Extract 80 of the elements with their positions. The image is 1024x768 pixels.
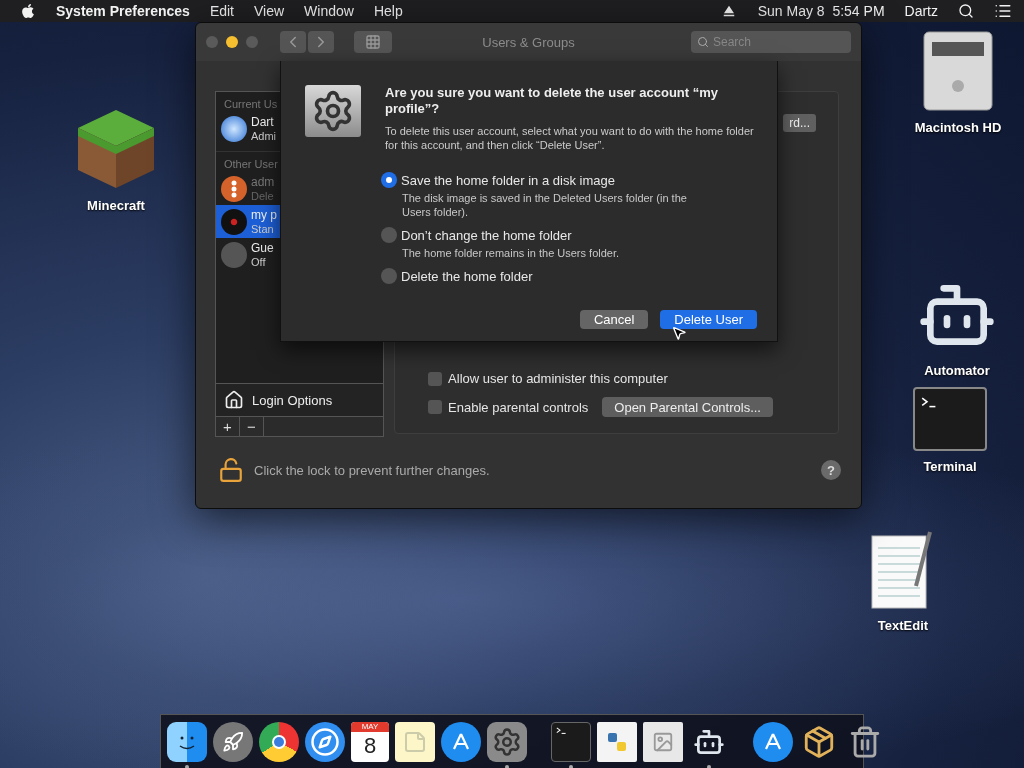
back-button[interactable] <box>280 31 306 53</box>
checkbox-label: Enable parental controls <box>448 399 589 415</box>
forward-button[interactable] <box>308 31 334 53</box>
user-name: my p <box>251 207 277 222</box>
gear-icon[interactable] <box>487 721 527 762</box>
option-label: Don’t change the home folder <box>401 227 572 243</box>
list-icon[interactable] <box>994 2 1012 20</box>
dialog-title: Are you sure you want to delete the user account “my profile”? <box>385 85 720 117</box>
option-description: The disk image is saved in the Deleted Users folder (in the Users folder). <box>401 191 688 219</box>
desktop-icon-label[interactable]: Macintosh HD <box>914 120 1002 135</box>
checkbox[interactable] <box>428 371 443 386</box>
window-title: Users & Groups <box>482 34 575 50</box>
desktop-icon-label[interactable]: Minecraft <box>87 198 145 213</box>
app-store-icon[interactable] <box>441 721 481 762</box>
menu-item[interactable]: Window <box>304 3 354 19</box>
search-icon[interactable] <box>958 3 974 19</box>
notes-icon[interactable] <box>395 721 435 762</box>
menu-item[interactable]: Edit <box>209 3 234 19</box>
document-pen-icon[interactable] <box>643 721 683 762</box>
calendar-day: 8 <box>363 731 377 760</box>
user-name: adm <box>251 174 275 189</box>
partial-button[interactable]: rd... <box>783 114 816 132</box>
user-name[interactable]: Dartz <box>904 3 938 19</box>
remove-button[interactable]: − <box>240 417 264 436</box>
clock[interactable]: Sun May 8 5:54 PM <box>757 3 885 19</box>
user-name: Gue <box>251 240 274 255</box>
user-role: Off <box>251 254 267 269</box>
option-label: Save the home folder in a disk image <box>401 172 615 188</box>
browser-icon[interactable] <box>259 721 299 762</box>
section-header: Current Us <box>223 97 279 112</box>
avatar-icon <box>221 175 247 202</box>
radio-button[interactable] <box>381 227 397 243</box>
option-label: Delete the home folder <box>401 268 533 284</box>
avatar-icon <box>221 115 247 142</box>
show-all-button[interactable] <box>354 31 392 53</box>
radio-button[interactable] <box>381 172 397 188</box>
padlock-icon[interactable] <box>218 457 244 483</box>
checkbox-label: Allow user to administer this computer <box>448 371 668 386</box>
desktop-icon-label[interactable]: Terminal <box>923 459 977 474</box>
user-role: Dele <box>251 188 275 203</box>
calendar-month: MAY <box>351 721 389 732</box>
menu-item[interactable]: View <box>254 3 285 19</box>
apple-icon[interactable] <box>20 3 36 19</box>
hard-drive-icon[interactable] <box>922 30 994 112</box>
grid-icon <box>365 34 381 50</box>
app-menu[interactable]: System Preferences <box>56 3 190 19</box>
section-header: Other User <box>223 157 279 172</box>
gear-icon <box>305 85 361 137</box>
help-button[interactable]: ? <box>821 460 841 480</box>
dialog-message: To delete this user account, select what you want to do with the home folder for this account, and then click “Delete User”. <box>385 124 755 152</box>
add-button[interactable]: + <box>216 417 240 436</box>
calendar-icon[interactable]: MAY 8 <box>351 721 389 762</box>
login-options-item[interactable]: Login Options <box>216 383 384 416</box>
terminal-icon[interactable] <box>913 387 987 451</box>
checkbox[interactable] <box>428 400 443 414</box>
finder-face-icon[interactable] <box>167 721 207 762</box>
app-store-icon[interactable] <box>753 721 793 762</box>
user-name: Dart <box>251 114 275 129</box>
grass-block-icon[interactable] <box>76 108 156 190</box>
desktop-icon-label[interactable]: TextEdit <box>877 618 929 633</box>
snake-document-icon[interactable] <box>597 721 637 762</box>
mouse-pointer-icon <box>671 325 687 341</box>
user-role: Stan <box>251 222 275 236</box>
rocket-icon[interactable] <box>213 721 253 762</box>
user-role: Admi <box>251 128 277 143</box>
delete-user-button[interactable]: Delete User <box>660 310 757 329</box>
menu-item[interactable]: Help <box>373 3 403 19</box>
cancel-button[interactable]: Cancel <box>579 310 649 329</box>
desktop-icon-label[interactable]: Automator <box>924 363 990 378</box>
minimize-button[interactable] <box>226 36 238 48</box>
search-icon <box>697 36 709 48</box>
terminal-icon[interactable] <box>551 721 591 762</box>
radio-button[interactable] <box>381 268 397 284</box>
avatar-icon <box>221 208 247 235</box>
compass-icon[interactable] <box>305 721 345 762</box>
parental-controls-button[interactable]: Open Parental Controls... <box>602 397 773 417</box>
lock-message: Click the lock to prevent further changes. <box>254 462 490 478</box>
house-icon <box>224 390 244 410</box>
avatar-icon <box>221 241 247 268</box>
option-description: The home folder remains in the Users folder. <box>401 246 621 260</box>
